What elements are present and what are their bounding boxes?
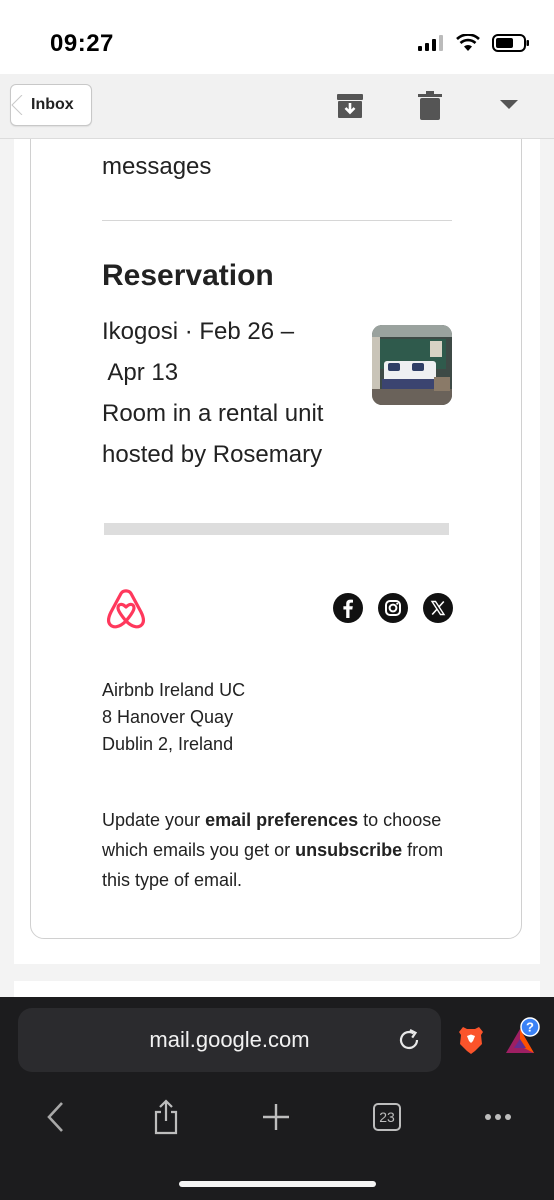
back-chevron-icon <box>11 95 23 115</box>
archive-icon[interactable] <box>335 91 365 121</box>
bedroom-photo <box>372 325 452 405</box>
facebook-icon[interactable] <box>333 593 363 623</box>
trash-icon[interactable] <box>417 91 443 121</box>
company-address: Airbnb Ireland UC 8 Hanover Quay Dublin … <box>102 677 245 758</box>
reload-icon[interactable] <box>396 1027 422 1053</box>
tabs-count-button[interactable]: 23 <box>373 1103 401 1131</box>
address-line: 8 Hanover Quay <box>102 707 234 727</box>
unsubscribe-link[interactable]: unsubscribe <box>295 840 402 860</box>
new-tab-icon[interactable] <box>262 1103 290 1131</box>
email-preferences-text: Update your email preferences to choose … <box>102 805 462 895</box>
mail-toolbar: Inbox <box>0 74 554 139</box>
messages-text: messages <box>102 153 212 180</box>
reservation-location-dates: Ikogosi · Feb 26 – <box>102 318 295 345</box>
more-dropdown-icon[interactable] <box>500 100 518 110</box>
url-text: mail.google.com <box>149 1027 310 1052</box>
status-time: 09:27 <box>50 30 114 57</box>
battery-icon <box>492 34 529 52</box>
inbox-back-button[interactable]: Inbox <box>10 84 92 126</box>
separator-bar <box>104 523 449 535</box>
airbnb-logo-icon[interactable] <box>102 587 150 635</box>
reservation-end-date: Apr 13 <box>102 359 179 386</box>
home-indicator <box>179 1181 376 1187</box>
instagram-icon[interactable] <box>378 593 408 623</box>
email-content: messages Reservation Ikogosi · Feb 26 – … <box>0 139 554 997</box>
back-icon[interactable] <box>46 1101 66 1133</box>
status-bar: 09:27 <box>0 0 554 74</box>
share-icon[interactable] <box>152 1099 180 1135</box>
inbox-back-label: Inbox <box>31 96 74 113</box>
reservation-host: hosted by Rosemary <box>102 441 323 468</box>
x-icon[interactable] <box>423 593 453 623</box>
brave-shields-icon[interactable] <box>458 1025 484 1055</box>
reservation-details[interactable]: Ikogosi · Feb 26 – Apr 13 Room in a rent… <box>102 311 362 475</box>
reservation-room-type: Room in a rental unit <box>102 400 324 427</box>
next-email-panel <box>14 981 540 997</box>
cellular-signal-icon <box>418 35 443 51</box>
listing-thumbnail[interactable] <box>372 325 452 405</box>
brave-rewards-icon[interactable]: ? <box>504 1017 540 1055</box>
address-line: Airbnb Ireland UC <box>102 680 246 700</box>
address-bar[interactable]: mail.google.com <box>18 1008 441 1072</box>
svg-text:?: ? <box>526 1020 534 1035</box>
status-icons <box>418 34 530 52</box>
browser-bottom-bar: mail.google.com ? 23 <box>0 997 554 1200</box>
address-line: Dublin 2, Ireland <box>102 734 234 754</box>
prefs-text: Update your <box>102 810 206 830</box>
email-preferences-link[interactable]: email preferences <box>205 810 358 830</box>
reservation-heading: Reservation <box>102 259 274 292</box>
wifi-icon <box>456 34 480 51</box>
section-divider <box>102 220 452 221</box>
more-options-icon[interactable] <box>484 1113 512 1121</box>
